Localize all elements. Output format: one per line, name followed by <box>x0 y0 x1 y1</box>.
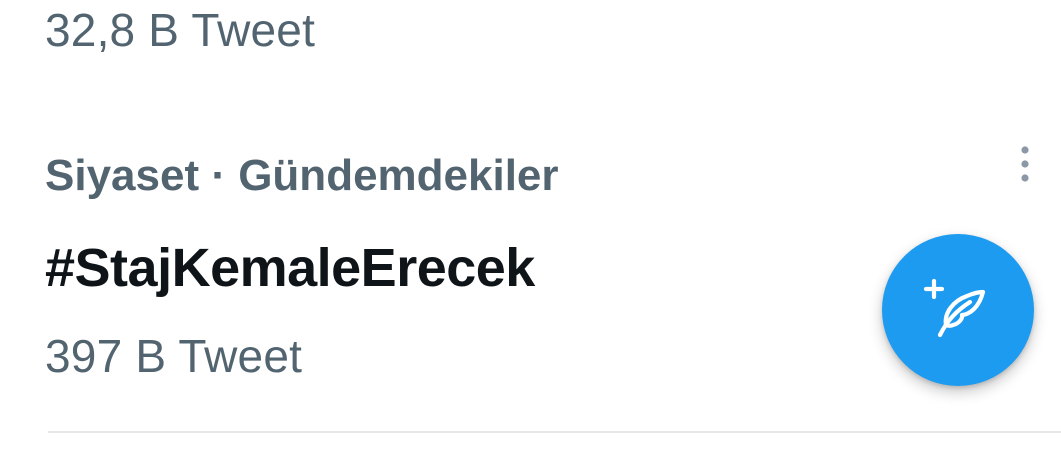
previous-trend-tweet-count: 32,8 B Tweet <box>45 4 316 56</box>
compose-tweet-icon <box>923 278 986 338</box>
compose-tweet-button[interactable] <box>882 234 1034 386</box>
trend-context: Siyaset · Gündemdekiler <box>45 151 559 200</box>
trend-tweet-count: 397 B Tweet <box>45 330 303 382</box>
explore-trends-screen: 32,8 B Tweet Siyaset · Gündemdekiler #St… <box>0 0 1061 463</box>
trend-more-button[interactable] <box>1005 142 1045 186</box>
trend-divider <box>48 431 1061 433</box>
trend-title[interactable]: #StajKemaleErecek <box>45 236 535 300</box>
more-vertical-icon <box>1021 146 1029 182</box>
